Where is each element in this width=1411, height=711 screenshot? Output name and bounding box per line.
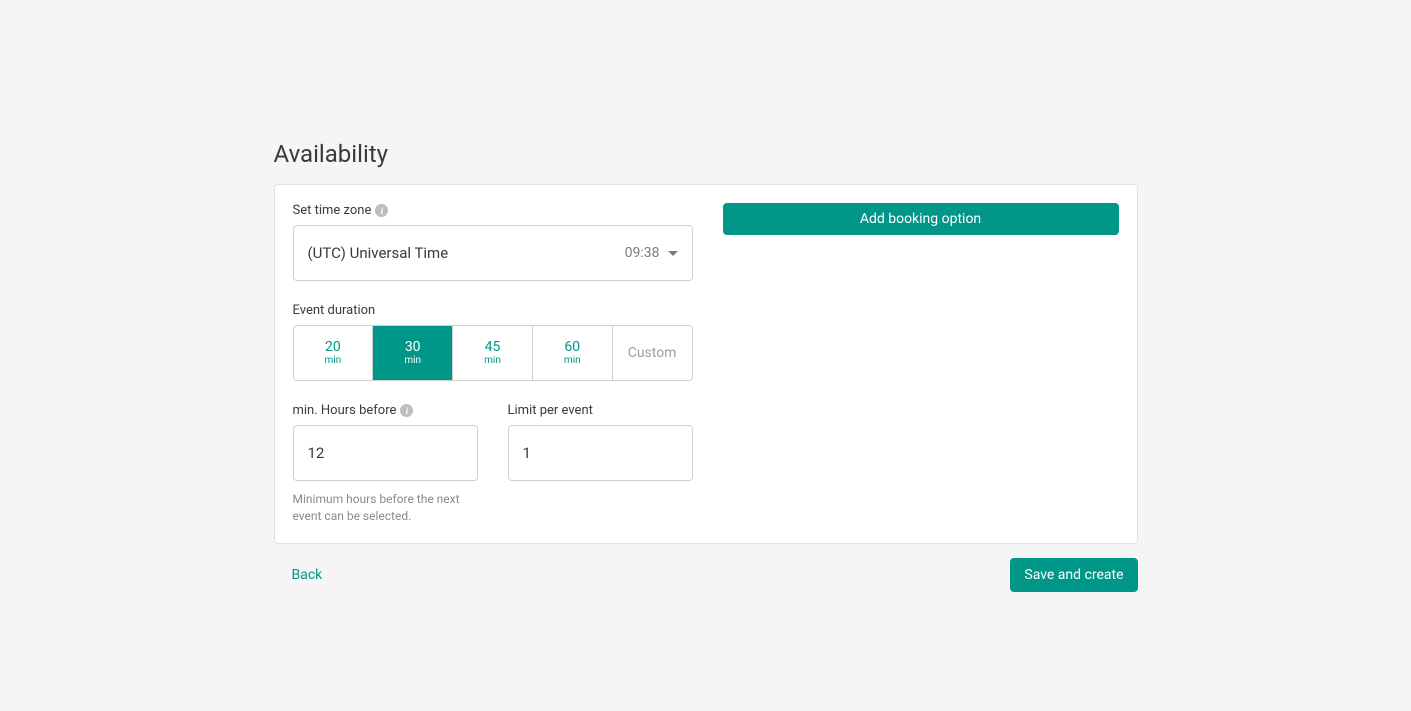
duration-option-20[interactable]: 20 min	[294, 326, 374, 380]
page-title: Availability	[274, 140, 1138, 168]
duration-group: 20 min 30 min 45 min 60 min	[293, 325, 693, 381]
add-booking-button[interactable]: Add booking option	[723, 203, 1119, 235]
min-hours-label: min. Hours before i	[293, 403, 478, 418]
duration-unit: min	[325, 355, 342, 366]
timezone-time: 09:38	[625, 245, 660, 261]
timezone-label-text: Set time zone	[293, 203, 372, 218]
min-hours-label-text: min. Hours before	[293, 403, 397, 418]
info-icon[interactable]: i	[400, 404, 413, 417]
duration-value: 45	[485, 340, 501, 355]
event-duration-label-text: Event duration	[293, 303, 376, 318]
duration-value: 30	[405, 340, 421, 355]
save-and-create-button[interactable]: Save and create	[1010, 558, 1137, 592]
duration-option-custom[interactable]: Custom	[613, 326, 692, 380]
min-hours-input[interactable]	[293, 425, 478, 481]
duration-unit: min	[564, 355, 581, 366]
limit-per-event-label: Limit per event	[508, 403, 693, 418]
min-hours-helper: Minimum hours before the next event can …	[293, 491, 478, 525]
info-icon[interactable]: i	[375, 204, 388, 217]
duration-value: 60	[564, 340, 580, 355]
duration-unit: min	[484, 355, 501, 366]
duration-unit: min	[404, 355, 421, 366]
duration-value: 20	[325, 340, 341, 355]
duration-custom-label: Custom	[628, 345, 677, 361]
duration-option-60[interactable]: 60 min	[533, 326, 613, 380]
limit-per-event-label-text: Limit per event	[508, 403, 593, 418]
duration-option-30[interactable]: 30 min	[373, 326, 453, 380]
duration-option-45[interactable]: 45 min	[453, 326, 533, 380]
limit-per-event-input[interactable]	[508, 425, 693, 481]
chevron-down-icon	[668, 251, 678, 256]
event-duration-label: Event duration	[293, 303, 693, 318]
timezone-value: (UTC) Universal Time	[308, 244, 449, 262]
timezone-label: Set time zone i	[293, 203, 693, 218]
availability-card: Set time zone i (UTC) Universal Time 09:…	[274, 184, 1138, 544]
back-button[interactable]: Back	[274, 567, 323, 583]
timezone-select[interactable]: (UTC) Universal Time 09:38	[293, 225, 693, 281]
